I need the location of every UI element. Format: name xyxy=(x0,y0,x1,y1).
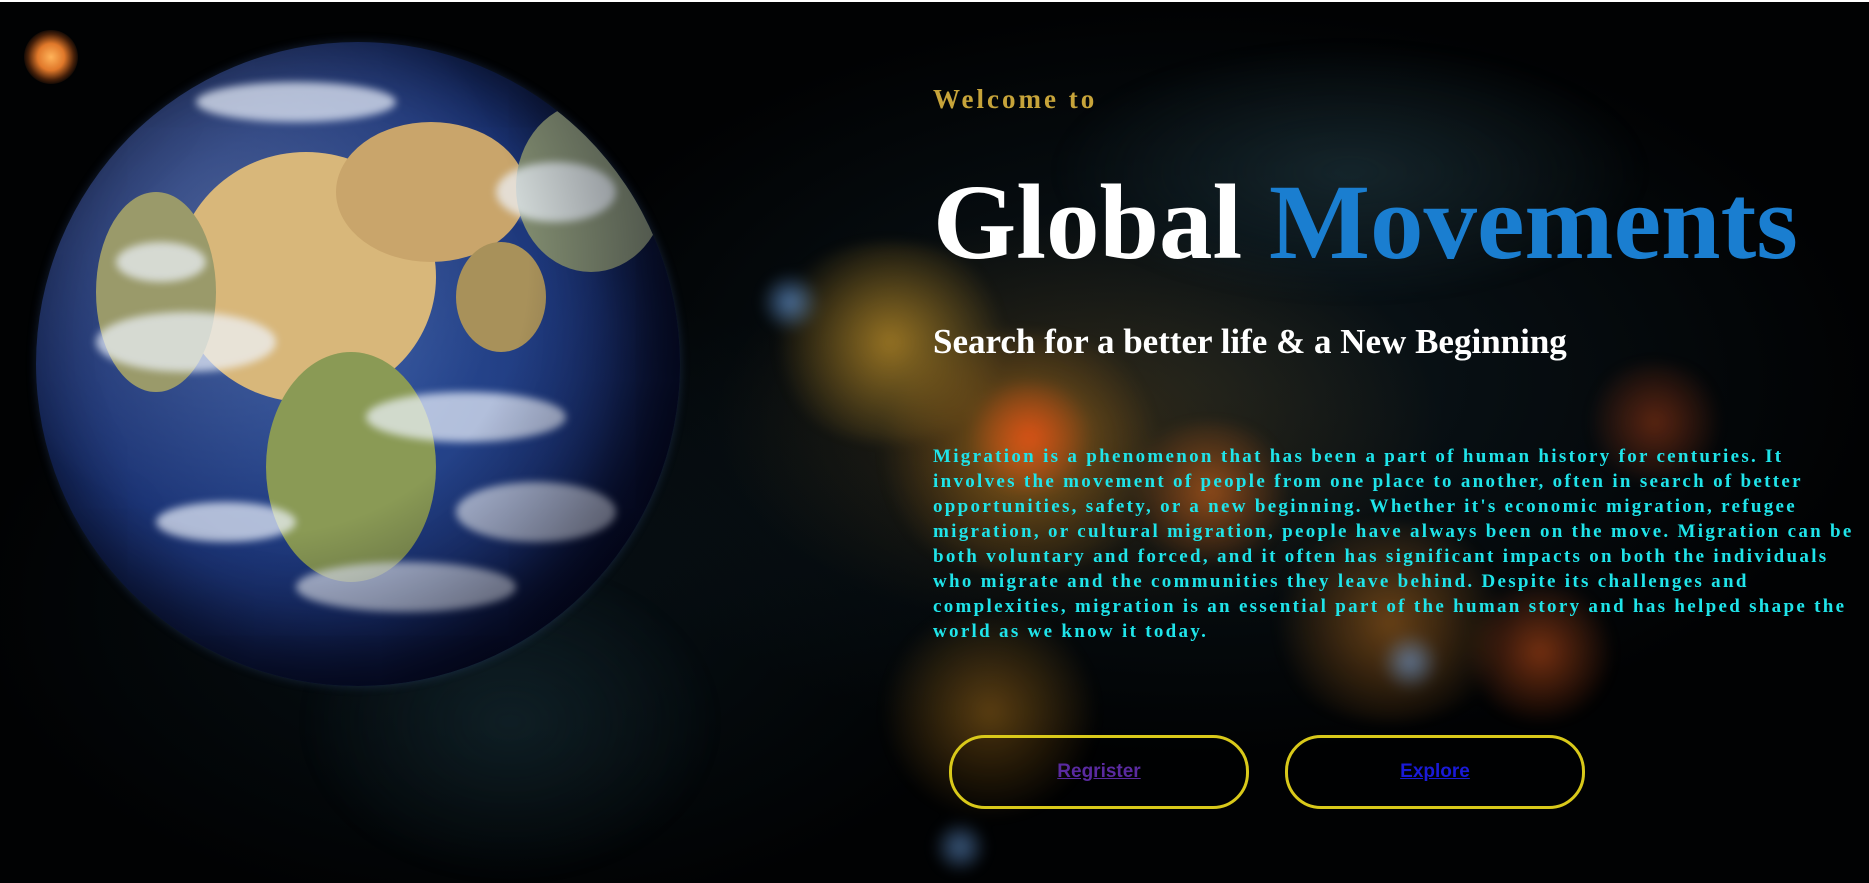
explore-link[interactable]: Explore xyxy=(1400,761,1470,783)
sun-icon xyxy=(24,30,78,84)
register-link[interactable]: Regrister xyxy=(1057,761,1140,783)
page-title: Global Movements xyxy=(933,164,1798,282)
description-paragraph: Migration is a phenomenon that has been … xyxy=(933,446,1854,642)
title-word-global: Global xyxy=(933,164,1243,282)
earth-globe-icon xyxy=(36,42,680,686)
welcome-text: Welcome to xyxy=(933,84,1098,114)
explore-button[interactable]: Explore xyxy=(1285,735,1585,809)
landing-page: Welcome to Global Movements Search for a… xyxy=(0,0,1869,883)
subtitle: Search for a better life & a New Beginni… xyxy=(933,322,1567,361)
title-word-movements: Movements xyxy=(1268,164,1798,282)
hero-section: Welcome to Global Movements Search for a… xyxy=(933,2,1863,883)
register-button[interactable]: Regrister xyxy=(949,735,1249,809)
